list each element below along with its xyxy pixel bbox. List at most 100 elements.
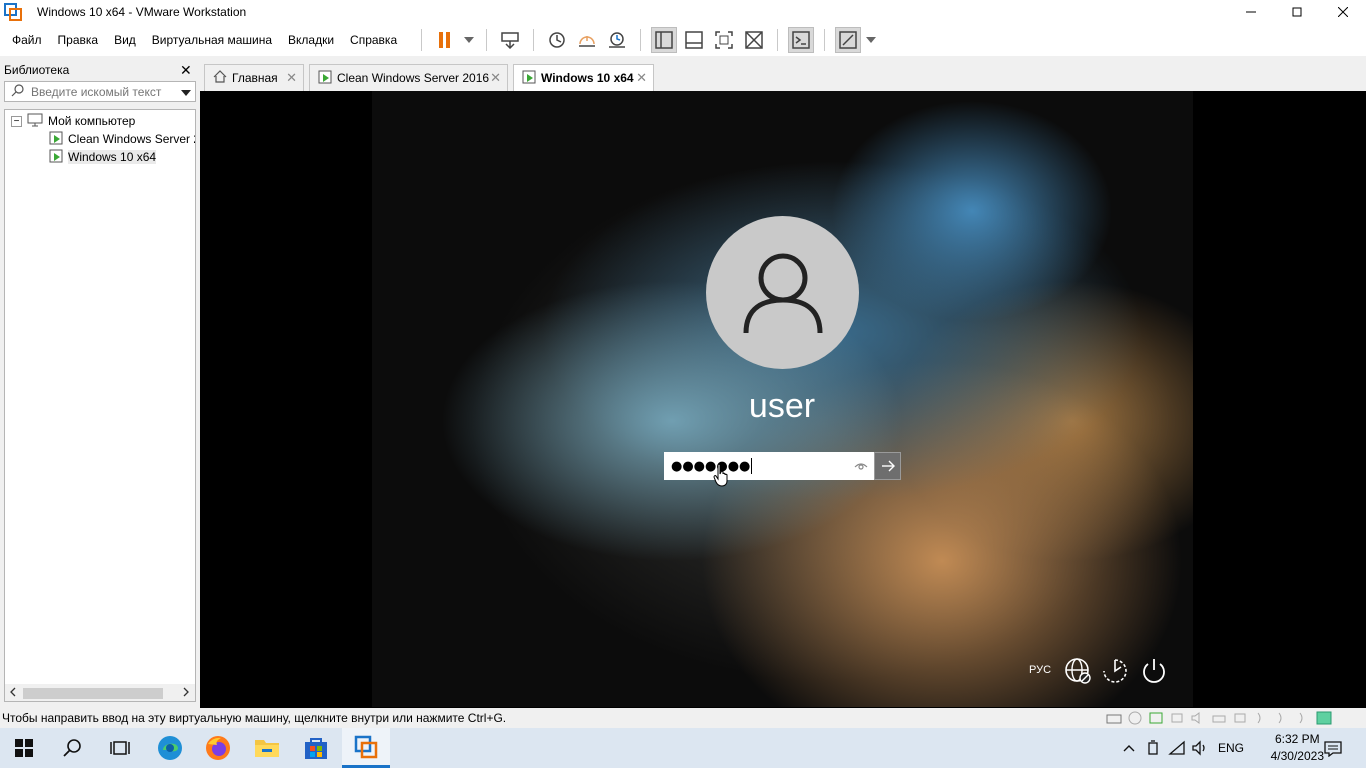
hand-cursor-icon — [713, 463, 731, 490]
search-icon — [11, 83, 25, 100]
toolbar-divider — [533, 29, 535, 51]
firefox-taskbar-button[interactable] — [194, 728, 242, 768]
vm-running-icon — [318, 70, 332, 87]
tab-close-icon[interactable]: ✕ — [636, 70, 647, 86]
network-adapter-icon[interactable] — [1148, 711, 1164, 728]
port-icon[interactable] — [1274, 711, 1290, 728]
send-ctrl-alt-del-icon[interactable] — [497, 27, 523, 53]
show-library-icon[interactable] — [651, 27, 678, 53]
scroll-left-icon[interactable] — [9, 686, 17, 700]
library-search-input[interactable] — [31, 84, 171, 99]
start-button[interactable] — [0, 728, 48, 768]
password-mask: ●●●●●●● — [671, 458, 751, 474]
vm-running-icon — [49, 131, 63, 148]
store-icon — [305, 738, 327, 759]
message-icon[interactable] — [1316, 711, 1332, 728]
tab-clean-windows-server[interactable]: Clean Windows Server 2016 ✕ — [309, 64, 508, 91]
volume-icon[interactable] — [1191, 739, 1209, 757]
arrow-right-icon — [881, 460, 895, 472]
tree-item-label: Clean Windows Server 2 — [68, 132, 196, 146]
tree-item-windows-10[interactable]: Windows 10 x64 — [49, 148, 157, 166]
console-view-icon[interactable] — [788, 27, 815, 53]
close-button[interactable] — [1320, 0, 1366, 24]
submit-arrow-button[interactable] — [874, 452, 901, 480]
tab-close-icon[interactable]: ✕ — [286, 70, 297, 86]
cd-icon[interactable] — [1127, 711, 1143, 728]
task-view-icon — [110, 741, 130, 755]
tab-windows-10[interactable]: Windows 10 x64 ✕ — [513, 64, 654, 91]
collapse-icon[interactable]: − — [11, 115, 22, 127]
menu-tabs[interactable]: Вкладки — [280, 24, 342, 56]
minimize-button[interactable] — [1228, 0, 1274, 24]
input-language-indicator[interactable]: РУС — [1029, 664, 1051, 676]
display-icon[interactable] — [1232, 711, 1248, 728]
thumbnail-bar-icon[interactable] — [681, 27, 707, 53]
menu-file[interactable]: Файл — [0, 24, 50, 56]
task-view-button[interactable] — [96, 728, 144, 768]
reveal-password-icon[interactable] — [853, 458, 869, 474]
menu-help[interactable]: Справка — [342, 24, 405, 56]
power-icon[interactable] — [1140, 657, 1168, 685]
ease-of-access-icon[interactable] — [1101, 657, 1129, 685]
library-header: Библиотека — [4, 63, 70, 77]
vm-running-icon — [522, 70, 536, 87]
printer-icon[interactable] — [1211, 711, 1227, 728]
title-bar: Windows 10 x64 - VMware Workstation — [0, 0, 1366, 24]
notification-center-icon[interactable] — [1324, 740, 1342, 758]
toolbar-divider — [640, 29, 642, 51]
pause-icon[interactable] — [432, 27, 458, 53]
window-title: Windows 10 x64 - VMware Workstation — [37, 5, 247, 19]
snapshot-icon[interactable] — [544, 27, 570, 53]
network-icon[interactable] — [1064, 657, 1092, 685]
network-tray-icon[interactable] — [1168, 739, 1186, 757]
search-dropdown-icon[interactable] — [181, 85, 191, 99]
tab-home[interactable]: Главная ✕ — [204, 64, 304, 91]
taskbar-clock[interactable]: 6:32 PM 4/30/2023 — [1271, 731, 1324, 765]
library-search — [4, 81, 196, 102]
vmware-taskbar-button[interactable] — [342, 728, 390, 768]
tab-label: Windows 10 x64 — [541, 71, 634, 85]
maximize-button[interactable] — [1274, 0, 1320, 24]
edge-taskbar-button[interactable] — [146, 728, 194, 768]
firefox-icon — [206, 736, 230, 760]
tab-label: Clean Windows Server 2016 — [337, 71, 490, 85]
show-hidden-icons[interactable] — [1120, 739, 1138, 757]
password-field[interactable]: ●●●●●●● — [664, 452, 874, 480]
device-status-icons — [1106, 711, 1332, 728]
device-tray-icon[interactable] — [1144, 739, 1162, 757]
menu-view[interactable]: Вид — [106, 24, 144, 56]
input-language[interactable]: ENG — [1218, 741, 1244, 755]
store-taskbar-button[interactable] — [292, 728, 340, 768]
menu-edit[interactable]: Правка — [50, 24, 107, 56]
hdd-icon[interactable] — [1106, 711, 1122, 728]
toolbar-divider — [486, 29, 488, 51]
port-icon[interactable] — [1295, 711, 1311, 728]
menu-bar: Файл Правка Вид Виртуальная машина Вклад… — [0, 24, 1366, 56]
toolbar-divider — [777, 29, 779, 51]
stretch-dropdown-icon[interactable] — [865, 27, 877, 53]
port-icon[interactable] — [1253, 711, 1269, 728]
usb-icon[interactable] — [1169, 711, 1185, 728]
search-button[interactable] — [48, 728, 96, 768]
library-close-icon[interactable]: ✕ — [180, 62, 192, 79]
tree-root-label: Мой компьютер — [48, 114, 136, 128]
library-tree: − Мой компьютер Clean Windows Server 2 W… — [4, 109, 196, 686]
explorer-taskbar-button[interactable] — [243, 728, 291, 768]
tree-item-my-computer[interactable]: − Мой компьютер — [11, 112, 135, 130]
file-explorer-icon — [255, 740, 279, 757]
full-screen-icon[interactable] — [711, 27, 737, 53]
sound-icon[interactable] — [1190, 711, 1206, 728]
user-avatar — [706, 216, 859, 369]
menu-vm[interactable]: Виртуальная машина — [144, 24, 280, 56]
snapshot-manager-icon[interactable] — [604, 27, 630, 53]
power-dropdown-icon[interactable] — [462, 27, 476, 53]
stretch-view-icon[interactable] — [835, 27, 862, 53]
scrollbar-thumb[interactable] — [23, 688, 163, 699]
tab-close-icon[interactable]: ✕ — [490, 70, 501, 86]
unity-icon[interactable] — [741, 27, 767, 53]
tree-item-clean-windows-server[interactable]: Clean Windows Server 2 — [49, 130, 196, 148]
revert-snapshot-icon[interactable] — [574, 27, 600, 53]
scroll-right-icon[interactable] — [182, 686, 190, 700]
edge-icon — [158, 736, 182, 760]
toolbar — [413, 27, 879, 53]
